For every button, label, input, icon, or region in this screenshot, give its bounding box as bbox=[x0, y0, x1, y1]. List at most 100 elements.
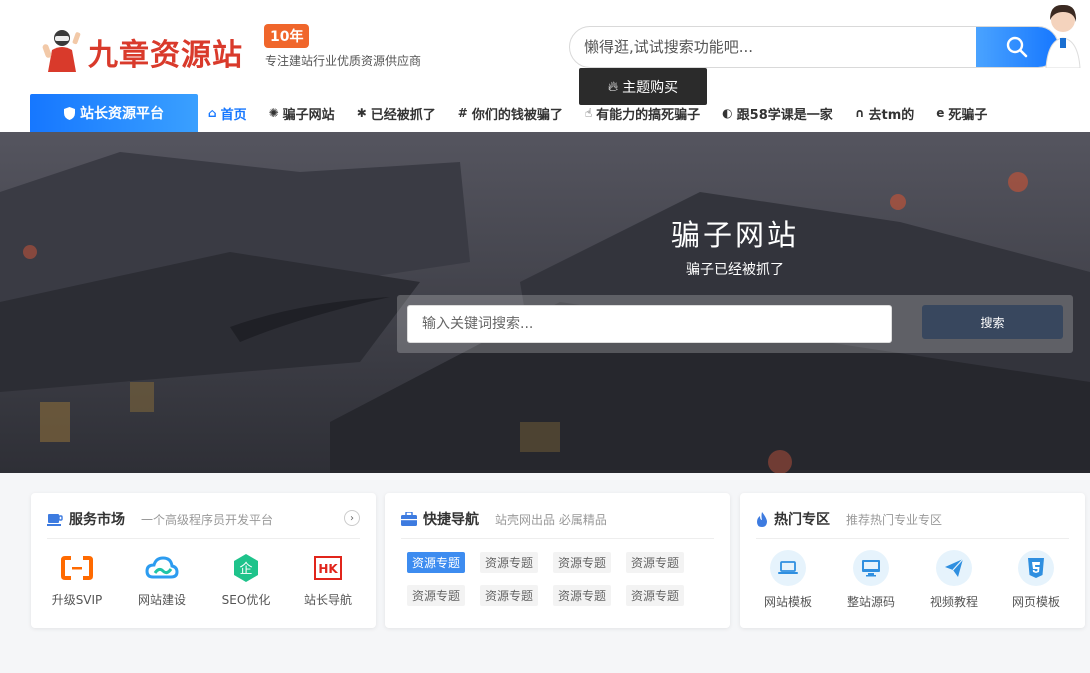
search-input[interactable] bbox=[570, 27, 978, 67]
nav-item-label: 跟58学课是一家 bbox=[736, 107, 833, 123]
pacman-icon: ◐ bbox=[722, 106, 733, 120]
card-subtitle: 推荐热门专业专区 bbox=[846, 513, 943, 527]
html5-icon bbox=[1028, 558, 1044, 578]
nav-item-home[interactable]: ⌂ 首页 bbox=[208, 104, 247, 123]
flame-icon bbox=[757, 511, 767, 527]
service-label: SEO优化 bbox=[221, 593, 271, 607]
nav-item-scam-sites[interactable]: ✺ 骗子网站 bbox=[269, 104, 335, 123]
card-title-text: 服务市场 bbox=[69, 512, 125, 528]
card-title-text: 热门专区 bbox=[774, 512, 830, 528]
nav-item-label: 骗子网站 bbox=[282, 107, 335, 123]
platform-button[interactable]: 站长资源平台 bbox=[30, 94, 198, 132]
nav-item-capable[interactable]: ☝ 有能力的搞死骗子 bbox=[585, 104, 700, 123]
cloud-icon bbox=[145, 556, 179, 579]
card-title: 热门专区 bbox=[756, 509, 830, 529]
nav-item-qutm[interactable]: ∩ 去tm的 bbox=[855, 104, 915, 123]
card-header: 热门专区 推荐热门专业专区 bbox=[756, 509, 1069, 539]
thumbs-up-icon: ☝ bbox=[584, 106, 593, 120]
asterisk-icon: ✱ bbox=[356, 106, 367, 120]
hot-item-web-templates[interactable]: 网页模板 bbox=[1001, 550, 1071, 610]
mascot-icon bbox=[42, 30, 81, 72]
service-item-svip[interactable]: 升级SVIP bbox=[42, 551, 112, 608]
card-subtitle: 站壳网出品 必属精品 bbox=[495, 513, 607, 527]
hot-card: 热门专区 推荐热门专业专区 网站模板 整站源码 视频教程 网页模板 bbox=[740, 493, 1085, 628]
card-subtitle: 一个高级程序员开发平台 bbox=[141, 513, 274, 527]
card-title-text: 快捷导航 bbox=[423, 512, 479, 528]
nav-item-caught[interactable]: ✱ 已经被抓了 bbox=[357, 104, 436, 123]
nav-item-label: 你们的钱被骗了 bbox=[471, 107, 563, 123]
topic-tag[interactable]: 资源专题 bbox=[480, 552, 538, 573]
nav-item-label: 首页 bbox=[220, 107, 247, 123]
hot-label: 视频教程 bbox=[929, 595, 978, 609]
service-item-nav[interactable]: HK 站长导航 bbox=[293, 551, 363, 608]
ie-icon: e bbox=[936, 106, 945, 120]
hot-label: 整站源码 bbox=[846, 595, 895, 609]
topic-tag[interactable]: 资源专题 bbox=[407, 585, 465, 606]
platform-label: 站长资源平台 bbox=[80, 106, 164, 122]
years-badge: 10年 bbox=[264, 24, 310, 48]
svg-text:HK: HK bbox=[318, 562, 338, 576]
topic-tag[interactable]: 资源专题 bbox=[626, 585, 684, 606]
topic-tags: 资源专题 资源专题 资源专题 资源专题 资源专题 资源专题 资源专题 资源专题 bbox=[407, 552, 697, 606]
svg-text:企: 企 bbox=[239, 561, 252, 577]
home-icon: ⌂ bbox=[208, 106, 217, 120]
topic-tag[interactable]: 资源专题 bbox=[553, 552, 611, 573]
nav-item-label: 已经被抓了 bbox=[370, 107, 436, 123]
topic-tag[interactable]: 资源专题 bbox=[480, 585, 538, 606]
nav-item-label: 死骗子 bbox=[948, 107, 988, 123]
chevron-right-icon[interactable]: › bbox=[344, 510, 360, 526]
hot-label: 网页模板 bbox=[1011, 595, 1060, 609]
customer-service-avatar bbox=[1045, 4, 1081, 68]
hero-subtitle: 骗子已经被抓了 bbox=[686, 262, 784, 278]
hero-search-input[interactable] bbox=[407, 305, 892, 343]
coffee-icon bbox=[47, 513, 63, 526]
search-icon bbox=[1006, 36, 1028, 58]
topic-tag[interactable]: 资源专题 bbox=[626, 552, 684, 573]
nav-item-money[interactable]: # 你们的钱被骗了 bbox=[458, 104, 563, 123]
topic-tag[interactable]: 资源专题 bbox=[407, 552, 465, 573]
service-item-seo[interactable]: 企 SEO优化 bbox=[211, 551, 281, 608]
hero-search: 搜索 bbox=[397, 295, 1073, 353]
site-logo[interactable]: 九章资源站 bbox=[42, 24, 257, 76]
nav-item-scammer[interactable]: e 死骗子 bbox=[936, 104, 987, 123]
hero-search-button[interactable]: 搜索 bbox=[922, 305, 1063, 339]
service-label: 升级SVIP bbox=[51, 593, 103, 607]
card-header: 服务市场 一个高级程序员开发平台 › bbox=[47, 509, 360, 539]
quick-nav-card: 快捷导航 站壳网出品 必属精品 资源专题 资源专题 资源专题 资源专题 资源专题… bbox=[385, 493, 730, 628]
card-title: 服务市场 bbox=[47, 509, 125, 529]
nav-item-label: 去tm的 bbox=[868, 107, 915, 123]
enterprise-icon: 企 bbox=[234, 554, 258, 582]
hero-banner: 骗子网站 骗子已经被抓了 搜索 bbox=[0, 132, 1090, 473]
main-nav: 站长资源平台 ⌂ 首页 ✺ 骗子网站 ✱ 已经被抓了 # 你们的钱被骗了 ☝ 有能力的搞死… bbox=[0, 94, 1090, 132]
topic-tag[interactable]: 资源专题 bbox=[553, 585, 611, 606]
desktop-icon bbox=[862, 560, 880, 577]
headphones-icon: ∩ bbox=[854, 106, 865, 120]
services-card: 服务市场 一个高级程序员开发平台 › 升级SVIP 网站建设 企 SEO优化 H… bbox=[31, 493, 376, 628]
service-label: 网站建设 bbox=[137, 593, 186, 607]
flame-icon: 🔥︎ bbox=[607, 78, 619, 95]
hot-item-video[interactable]: 视频教程 bbox=[919, 550, 989, 610]
shield-icon bbox=[64, 106, 75, 120]
logo-text: 九章资源站 bbox=[88, 38, 243, 73]
laptop-icon bbox=[778, 561, 798, 574]
nav-item-label: 有能力的搞死骗子 bbox=[596, 107, 701, 123]
card-header: 快捷导航 站壳网出品 必属精品 bbox=[401, 509, 714, 539]
hero-title: 骗子网站 bbox=[670, 218, 799, 252]
hot-item-site-templates[interactable]: 网站模板 bbox=[753, 550, 823, 610]
nav-item-58[interactable]: ◐ 跟58学课是一家 bbox=[722, 104, 833, 123]
nav-items: ⌂ 首页 ✺ 骗子网站 ✱ 已经被抓了 # 你们的钱被骗了 ☝ 有能力的搞死骗子 ◐ 跟58… bbox=[208, 94, 1009, 132]
paper-plane-icon bbox=[945, 558, 964, 577]
site-header: 九章资源站 10年 专注建站行业优质资源供应商 🔥︎ 主题购买 站长资源平台 ⌂… bbox=[0, 0, 1090, 132]
aliyun-icon bbox=[61, 556, 93, 580]
card-title: 快捷导航 bbox=[401, 509, 479, 529]
header-search bbox=[569, 26, 1059, 68]
hot-label: 网站模板 bbox=[763, 595, 812, 609]
service-label: 站长导航 bbox=[303, 593, 352, 607]
hot-item-source-code[interactable]: 整站源码 bbox=[836, 550, 906, 610]
hk-icon: HK bbox=[314, 556, 342, 580]
hashtag-icon: # bbox=[457, 106, 468, 120]
briefcase-icon bbox=[401, 512, 417, 526]
service-item-build[interactable]: 网站建设 bbox=[127, 551, 197, 608]
slogan: 专注建站行业优质资源供应商 bbox=[265, 54, 422, 68]
bug-icon: ✺ bbox=[268, 106, 279, 120]
